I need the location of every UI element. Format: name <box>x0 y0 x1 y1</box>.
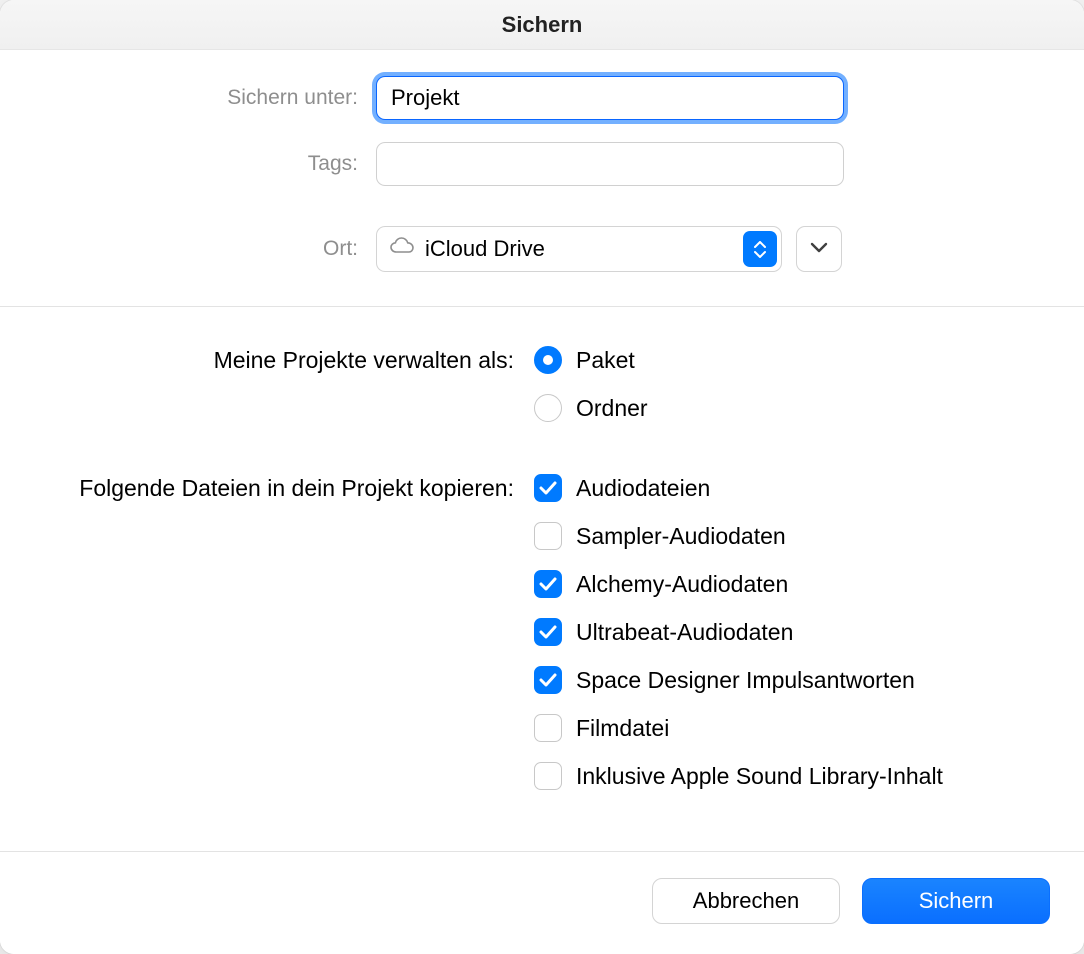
location-select[interactable]: iCloud Drive <box>376 226 782 272</box>
checkbox-label: Ultrabeat-Audiodaten <box>576 615 793 649</box>
filename-input[interactable] <box>376 76 844 120</box>
tags-input[interactable] <box>376 142 844 186</box>
location-value: iCloud Drive <box>425 236 545 262</box>
checkbox-icon <box>534 618 562 646</box>
radio-icon <box>534 394 562 422</box>
save-button[interactable]: Sichern <box>862 878 1050 924</box>
chevron-down-icon <box>810 240 828 258</box>
file-info-section: Sichern unter: Tags: Ort: iCloud Drive <box>0 50 1084 306</box>
checkbox-icon <box>534 714 562 742</box>
checkbox-label: Space Designer Impulsantworten <box>576 663 915 697</box>
copy-checkbox-1[interactable]: Sampler-Audiodaten <box>534 519 943 553</box>
dialog-footer: Abbrechen Sichern <box>0 851 1084 954</box>
cloud-icon <box>389 236 425 262</box>
copy-checkbox-6[interactable]: Inklusive Apple Sound Library-Inhalt <box>534 759 943 793</box>
radio-icon <box>534 346 562 374</box>
checkbox-icon <box>534 522 562 550</box>
checkbox-label: Filmdatei <box>576 711 669 745</box>
checkbox-label: Inklusive Apple Sound Library-Inhalt <box>576 759 943 793</box>
copy-checkbox-0[interactable]: Audiodateien <box>534 471 943 505</box>
cancel-button[interactable]: Abbrechen <box>652 878 840 924</box>
expand-location-button[interactable] <box>796 226 842 272</box>
options-section: Meine Projekte verwalten als: Paket Ordne… <box>0 307 1084 851</box>
checkbox-icon <box>534 762 562 790</box>
checkbox-label: Audiodateien <box>576 471 710 505</box>
copy-files-row: Folgende Dateien in dein Projekt kopiere… <box>38 471 1046 793</box>
dialog-title: Sichern <box>0 0 1084 50</box>
location-stepper-icon <box>743 231 777 267</box>
copy-checkbox-5[interactable]: Filmdatei <box>534 711 943 745</box>
manage-as-row: Meine Projekte verwalten als: Paket Ordne… <box>38 343 1046 425</box>
tags-label: Tags: <box>40 152 376 176</box>
save-dialog: Sichern Sichern unter: Tags: Ort: iCloud… <box>0 0 1084 954</box>
copy-checkbox-4[interactable]: Space Designer Impulsantworten <box>534 663 943 697</box>
manage-as-label: Meine Projekte verwalten als: <box>38 343 534 377</box>
filename-row: Sichern unter: <box>40 76 1044 120</box>
checkbox-label: Alchemy-Audiodaten <box>576 567 788 601</box>
checkbox-label: Sampler-Audiodaten <box>576 519 786 553</box>
checkbox-icon <box>534 666 562 694</box>
location-row: Ort: iCloud Drive <box>40 226 1044 272</box>
filename-label: Sichern unter: <box>40 86 376 110</box>
checkbox-icon <box>534 570 562 598</box>
tags-row: Tags: <box>40 142 1044 186</box>
copy-checkbox-2[interactable]: Alchemy-Audiodaten <box>534 567 943 601</box>
radio-label: Paket <box>576 343 635 377</box>
location-label: Ort: <box>40 237 376 261</box>
manage-radio-0[interactable]: Paket <box>534 343 648 377</box>
radio-label: Ordner <box>576 391 648 425</box>
copy-files-label: Folgende Dateien in dein Projekt kopiere… <box>38 471 534 505</box>
copy-checkbox-3[interactable]: Ultrabeat-Audiodaten <box>534 615 943 649</box>
checkbox-icon <box>534 474 562 502</box>
manage-radio-1[interactable]: Ordner <box>534 391 648 425</box>
